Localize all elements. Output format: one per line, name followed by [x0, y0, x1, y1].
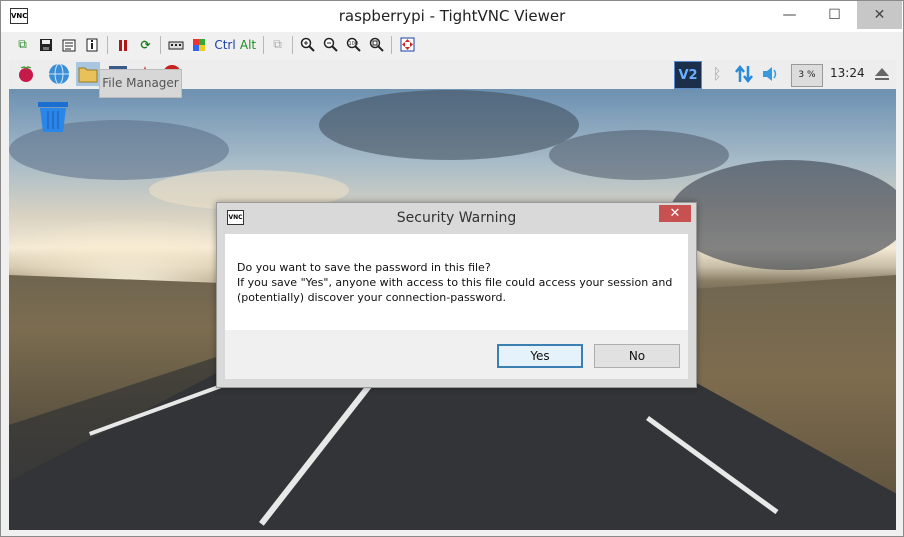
dialog-body: Do you want to save the password in this…: [225, 234, 688, 330]
message-line: Do you want to save the password in this…: [237, 261, 491, 274]
toolbar-separator: [391, 36, 392, 54]
dialog-button-bar: Yes No: [225, 330, 688, 379]
pause-icon[interactable]: [114, 36, 131, 53]
refresh-icon[interactable]: ⟳: [137, 36, 154, 53]
vnc-server-icon[interactable]: V2: [674, 61, 702, 89]
dialog-title-bar[interactable]: VNC Security Warning ✕: [217, 203, 696, 233]
ctrl-key-button[interactable]: Ctrl: [213, 36, 237, 53]
zoom-out-icon[interactable]: [322, 36, 339, 53]
toolbar-separator: [107, 36, 108, 54]
dialog-close-button[interactable]: ✕: [659, 205, 691, 222]
fullscreen-icon[interactable]: [399, 36, 416, 53]
toolbar-separator: [160, 36, 161, 54]
cloud: [319, 90, 579, 160]
toolbar-separator: [263, 36, 264, 54]
info-icon[interactable]: [83, 36, 100, 53]
svg-text:100: 100: [349, 41, 359, 47]
alt-key-button[interactable]: Alt: [238, 36, 258, 53]
no-button[interactable]: No: [594, 344, 680, 368]
zoom-100-icon[interactable]: 100: [345, 36, 362, 53]
cloud: [669, 160, 896, 270]
volume-icon[interactable]: [760, 63, 782, 85]
trash-icon[interactable]: [36, 101, 70, 133]
raspberry-pi-taskbar: File Manager V2 ᛒ 3 % 13:24: [9, 60, 896, 98]
title-bar[interactable]: VNC raspberrypi - TightVNC Viewer — ☐ ✕: [1, 1, 903, 32]
zoom-fit-icon[interactable]: [368, 36, 385, 53]
message-line: If you save "Yes", anyone with access to…: [237, 276, 673, 289]
file-manager-icon[interactable]: [76, 62, 100, 86]
vnc-toolbar: ⧉ ⟳ Ctrl Alt ⧉ 100: [8, 34, 896, 56]
raspberry-menu-icon[interactable]: [15, 63, 37, 85]
options-icon[interactable]: [60, 36, 77, 53]
clipboard-icon[interactable]: ⧉: [269, 36, 286, 53]
dialog-title: Security Warning: [396, 210, 517, 226]
ctrl-alt-del-icon[interactable]: [167, 36, 184, 53]
close-button[interactable]: ✕: [857, 1, 902, 29]
message-line: (potentially) discover your connection-p…: [237, 291, 506, 304]
new-connection-icon[interactable]: ⧉: [14, 36, 31, 53]
maximize-button[interactable]: ☐: [812, 1, 857, 29]
security-warning-dialog: VNC Security Warning ✕ Do you want to sa…: [216, 202, 697, 388]
cpu-usage-indicator: 3 %: [791, 64, 823, 87]
toolbar-separator: [292, 36, 293, 54]
ctrl-esc-icon[interactable]: [190, 36, 207, 53]
web-browser-icon[interactable]: [48, 63, 70, 85]
cloud: [549, 130, 729, 180]
dialog-message: Do you want to save the password in this…: [237, 260, 672, 305]
tightvnc-window: VNC raspberrypi - TightVNC Viewer — ☐ ✕ …: [0, 0, 904, 537]
zoom-in-icon[interactable]: [299, 36, 316, 53]
network-icon[interactable]: [733, 63, 755, 85]
file-manager-tooltip: File Manager: [99, 69, 182, 98]
bluetooth-icon[interactable]: ᛒ: [706, 63, 728, 85]
minimize-button[interactable]: —: [767, 1, 812, 29]
eject-icon[interactable]: [871, 63, 893, 85]
yes-button[interactable]: Yes: [497, 344, 583, 368]
clock[interactable]: 13:24: [830, 66, 865, 80]
save-icon[interactable]: [37, 36, 54, 53]
